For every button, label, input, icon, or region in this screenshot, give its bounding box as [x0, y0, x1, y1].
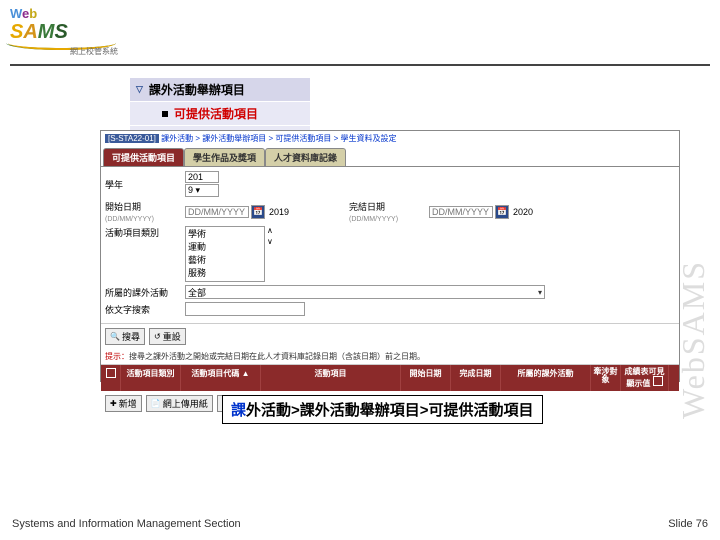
- footer-right: Slide 76: [668, 518, 708, 530]
- label-category: 活動項目類別: [105, 226, 185, 239]
- text-search-input[interactable]: [185, 302, 305, 316]
- chevron-down-icon: ▾: [196, 185, 201, 195]
- end-date-input[interactable]: [429, 206, 493, 218]
- col-category[interactable]: 活動項目類別: [121, 365, 181, 391]
- search-form: 學年 201 9 ▾ 開始日期(DD/MM/YYYY) 📅 2019 完結日期(…: [101, 166, 679, 323]
- col-involved[interactable]: 牽涉對象: [591, 365, 621, 391]
- button-row-1: 🔍搜尋 ↺重設: [101, 323, 679, 349]
- scroll-up-icon[interactable]: ∧: [267, 226, 273, 235]
- label-year: 學年: [105, 178, 185, 191]
- tab-student-works[interactable]: 學生作品及獎項: [184, 148, 265, 166]
- footer: Systems and Information Management Secti…: [0, 518, 720, 530]
- scope-select[interactable]: 全部 ▾: [185, 285, 545, 299]
- label-scope: 所屬的課外活動: [105, 286, 185, 299]
- calendar-icon[interactable]: 📅: [251, 205, 265, 219]
- col-visible[interactable]: 成績表可見 顯示值: [621, 365, 669, 391]
- chevron-down-icon: ▾: [538, 288, 542, 297]
- table-header: 活動項目類別 活動項目代碼 ▲ 活動項目 開始日期 完成日期 所屬的課外活動 牽…: [101, 365, 679, 391]
- nav-section-header[interactable]: ▽ 課外活動舉辦項目: [130, 78, 310, 102]
- checkbox-all[interactable]: [106, 368, 116, 378]
- tab-talent-records[interactable]: 人才資料庫記錄: [265, 148, 346, 166]
- year-select-top[interactable]: 201: [185, 171, 219, 183]
- checkbox-visible[interactable]: [653, 376, 663, 386]
- logo: Web SAMS 網上校管系統: [10, 6, 118, 57]
- hint-text: 提示：搜尋之課外活動之開始或完結日期在此人才資料庫記錄日期（含該日期）前之日期。: [101, 349, 679, 365]
- col-start[interactable]: 開始日期: [401, 365, 451, 391]
- calendar-icon[interactable]: 📅: [495, 205, 509, 219]
- year-select-bottom[interactable]: 9 ▾: [185, 184, 219, 197]
- col-item[interactable]: 活動項目: [261, 365, 401, 391]
- col-end[interactable]: 完成日期: [451, 365, 501, 391]
- label-text-search: 依文字搜索: [105, 303, 185, 316]
- label-end-date: 完結日期(DD/MM/YYYY): [349, 200, 429, 223]
- watermark-text: WebSAMS: [675, 260, 712, 419]
- reset-button[interactable]: ↺重設: [149, 328, 186, 345]
- label-start-date: 開始日期(DD/MM/YYYY): [105, 200, 185, 223]
- add-button[interactable]: ✚新增: [105, 395, 142, 412]
- upload-button[interactable]: 📄網上傳用紙: [146, 395, 213, 412]
- divider-top: [10, 64, 710, 66]
- search-button[interactable]: 🔍搜尋: [105, 328, 145, 345]
- search-icon: 🔍: [110, 332, 120, 341]
- tab-available-items[interactable]: 可提供活動項目: [103, 148, 184, 166]
- col-belongs[interactable]: 所屬的課外活動: [501, 365, 591, 391]
- app-panel: [S-STA22-01] 課外活動 > 課外活動舉辦項目 > 可提供活動項目 >…: [100, 130, 680, 382]
- category-multiselect[interactable]: 學術 運動 藝術 服務 比賽 文化及生活: [185, 226, 265, 282]
- plus-icon: ✚: [110, 399, 117, 408]
- footer-left: Systems and Information Management Secti…: [12, 518, 241, 530]
- breadcrumb-banner: 課外活動>課外活動舉辦項目>可提供活動項目: [222, 395, 543, 424]
- bullet-icon: [162, 111, 168, 117]
- col-code[interactable]: 活動項目代碼 ▲: [181, 365, 261, 391]
- nav-item-available[interactable]: 可提供活動項目: [130, 102, 310, 126]
- breadcrumb: [S-STA22-01] 課外活動 > 課外活動舉辦項目 > 可提供活動項目 >…: [101, 131, 679, 146]
- scroll-down-icon[interactable]: ∨: [267, 237, 273, 246]
- triangle-down-icon: ▽: [136, 84, 143, 95]
- start-date-input[interactable]: [185, 206, 249, 218]
- tab-bar: 可提供活動項目 學生作品及獎項 人才資料庫記錄: [103, 148, 679, 166]
- upload-icon: 📄: [151, 399, 161, 408]
- reset-icon: ↺: [154, 332, 161, 341]
